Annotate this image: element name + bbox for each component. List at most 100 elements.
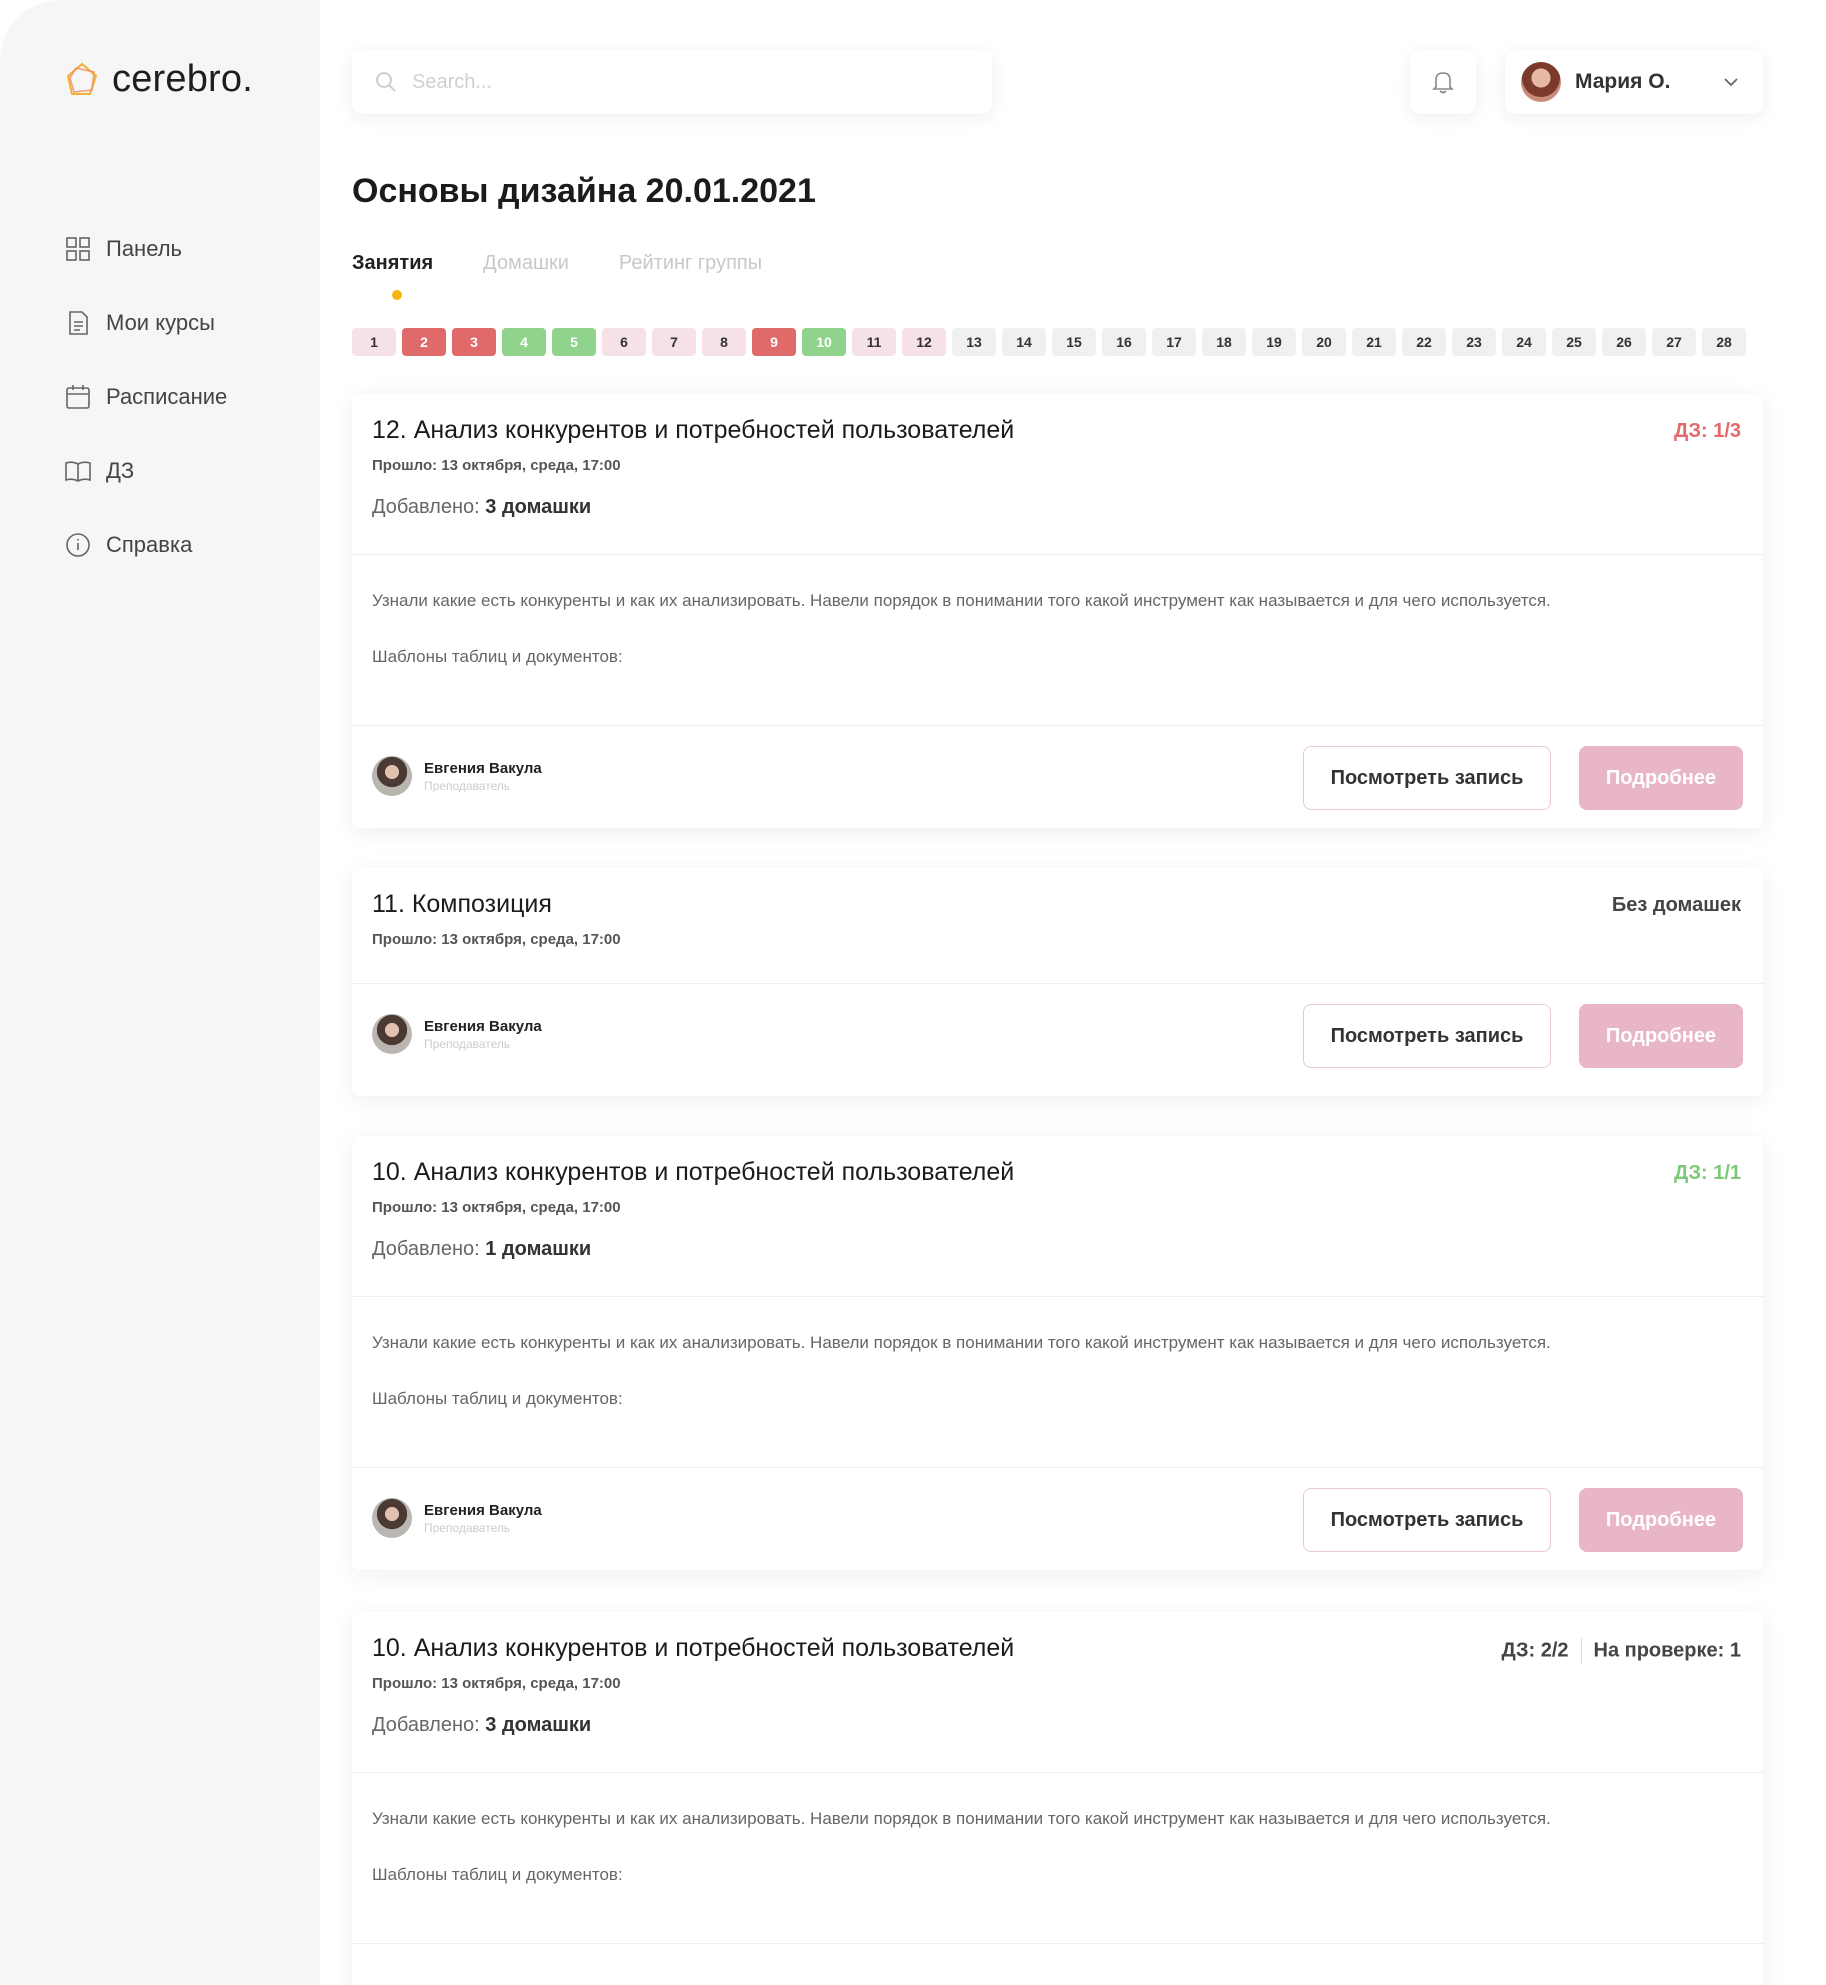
status-separator [1580, 1638, 1582, 1664]
search-icon [376, 72, 396, 92]
sidebar-item-label: Мои курсы [106, 310, 215, 335]
lesson-card: 11. Композиция Прошло: 13 октября, среда… [352, 868, 1763, 1096]
dashboard-icon [66, 237, 90, 261]
lesson-chip[interactable]: 27 [1652, 328, 1696, 356]
user-menu[interactable]: Мария О. [1505, 50, 1763, 114]
sidebar-item-label: Панель [106, 236, 183, 261]
lesson-title: 12. Анализ конкурентов и потребностей по… [372, 416, 1015, 444]
logo[interactable]: cerebro. [62, 58, 253, 101]
templates-label: Шаблоны таблиц и документов: [372, 647, 623, 666]
tabs: Занятия Домашки Рейтинг группы [352, 252, 762, 300]
sidebar: cerebro. Панель Мои курсы Расписание ДЗ … [0, 0, 320, 1985]
lesson-chip[interactable]: 7 [652, 328, 696, 356]
lesson-chip[interactable]: 14 [1002, 328, 1046, 356]
homework-added: Добавлено: 1 домашки [372, 1238, 1743, 1261]
avatar [372, 1014, 412, 1054]
teacher: Евгения Вакула Преподаватель [372, 1014, 542, 1054]
sidebar-item-schedule[interactable]: Расписание [64, 360, 227, 434]
lesson-chip[interactable]: 5 [552, 328, 596, 356]
sidebar-item-homework[interactable]: ДЗ [64, 434, 227, 508]
sidebar-item-help[interactable]: Справка [64, 508, 227, 582]
homework-status: Без домашек [1611, 894, 1741, 916]
lesson-title: 10. Анализ конкурентов и потребностей по… [372, 1158, 1015, 1186]
app-window: cerebro. Панель Мои курсы Расписание ДЗ … [0, 0, 1800, 1985]
teacher-name: Евгения Вакула [424, 1017, 542, 1035]
calendar-icon [66, 385, 90, 409]
lesson-chip[interactable]: 6 [602, 328, 646, 356]
templates-label: Шаблоны таблиц и документов: [372, 1389, 623, 1408]
search-input[interactable] [412, 70, 972, 94]
lesson-date: Прошло: 13 октября, среда, 17:00 [372, 457, 621, 474]
tab-homework[interactable]: Домашки [483, 252, 569, 275]
lesson-chip[interactable]: 17 [1152, 328, 1196, 356]
sidebar-nav: Панель Мои курсы Расписание ДЗ Справка [64, 212, 227, 582]
lesson-chip[interactable]: 2 [402, 328, 446, 356]
lesson-chip[interactable]: 13 [952, 328, 996, 356]
details-button[interactable]: Подробнее [1579, 1488, 1743, 1552]
avatar [372, 756, 412, 796]
lesson-chip[interactable]: 11 [852, 328, 896, 356]
teacher: Евгения Вакула Преподаватель [372, 756, 542, 796]
teacher-role: Преподаватель [424, 778, 511, 793]
added-label: Добавлено: [372, 496, 480, 518]
added-value: 1 домашки [485, 1238, 592, 1260]
lesson-chip[interactable]: 20 [1302, 328, 1346, 356]
lesson-date: Прошло: 13 октября, среда, 17:00 [372, 1675, 621, 1692]
added-value: 3 домашки [485, 1714, 592, 1736]
lesson-chip[interactable]: 24 [1502, 328, 1546, 356]
lesson-chip[interactable]: 26 [1602, 328, 1646, 356]
lesson-date: Прошло: 13 октября, среда, 17:00 [372, 1199, 621, 1216]
lesson-chip[interactable]: 21 [1352, 328, 1396, 356]
lesson-chip[interactable]: 9 [752, 328, 796, 356]
lesson-card: 10. Анализ конкурентов и потребностей по… [352, 1612, 1763, 1985]
lesson-chip[interactable]: 19 [1252, 328, 1296, 356]
avatar [1521, 62, 1561, 102]
lesson-chip[interactable]: 3 [452, 328, 496, 356]
sidebar-item-label: Справка [106, 532, 193, 557]
homework-added: Добавлено: 3 домашки [372, 1714, 1743, 1737]
lesson-chips: 1 2 3 4 5 6 7 8 9 10 11 12 13 14 15 16 17 18 19 20 21 22 23 24 2… [352, 328, 1746, 356]
lesson-chip[interactable]: 12 [902, 328, 946, 356]
divider [352, 1943, 1763, 1944]
book-icon [65, 461, 91, 482]
sidebar-item-label: ДЗ [106, 458, 135, 483]
tab-lessons[interactable]: Занятия [352, 252, 433, 300]
lesson-date: Прошло: 13 октября, среда, 17:00 [372, 931, 621, 948]
lesson-description: Узнали какие есть конкуренты и как их ан… [372, 1333, 1551, 1352]
lesson-description: Узнали какие есть конкуренты и как их ан… [372, 591, 1551, 610]
teacher-name: Евгения Вакула [424, 1501, 542, 1519]
sidebar-item-dashboard[interactable]: Панель [64, 212, 227, 286]
page-title: Основы дизайна 20.01.2021 [352, 172, 816, 210]
lesson-chip[interactable]: 23 [1452, 328, 1496, 356]
lesson-chip[interactable]: 4 [502, 328, 546, 356]
lesson-description: Узнали какие есть конкуренты и как их ан… [372, 1809, 1551, 1828]
lesson-chip[interactable]: 10 [802, 328, 846, 356]
lesson-card: 12. Анализ конкурентов и потребностей по… [352, 394, 1763, 828]
details-button[interactable]: Подробнее [1579, 1004, 1743, 1068]
view-recording-button[interactable]: Посмотреть запись [1303, 746, 1551, 810]
homework-count: ДЗ: 2/2 [1501, 1639, 1569, 1662]
lesson-chip[interactable]: 18 [1202, 328, 1246, 356]
lesson-chip[interactable]: 8 [702, 328, 746, 356]
lesson-chip[interactable]: 1 [352, 328, 396, 356]
view-recording-button[interactable]: Посмотреть запись [1303, 1004, 1551, 1068]
teacher: Евгения Вакула Преподаватель [372, 1498, 542, 1538]
document-icon [69, 311, 88, 335]
lesson-chip[interactable]: 22 [1402, 328, 1446, 356]
added-value: 3 домашки [485, 496, 592, 518]
notifications-button[interactable] [1410, 50, 1476, 114]
view-recording-button[interactable]: Посмотреть запись [1303, 1488, 1551, 1552]
details-button[interactable]: Подробнее [1579, 746, 1743, 810]
chevron-down-icon [1724, 78, 1738, 87]
sidebar-item-label: Расписание [106, 384, 228, 409]
tab-group-rating[interactable]: Рейтинг группы [619, 252, 762, 275]
search-bar[interactable] [352, 50, 992, 114]
sidebar-item-my-courses[interactable]: Мои курсы [64, 286, 227, 360]
lesson-chip[interactable]: 15 [1052, 328, 1096, 356]
lesson-chip[interactable]: 25 [1552, 328, 1596, 356]
lesson-chip[interactable]: 16 [1102, 328, 1146, 356]
teacher-name: Евгения Вакула [424, 759, 542, 777]
teacher-role: Преподаватель [424, 1520, 511, 1535]
lesson-chip[interactable]: 28 [1702, 328, 1746, 356]
lesson-title: 11. Композиция [372, 890, 552, 918]
